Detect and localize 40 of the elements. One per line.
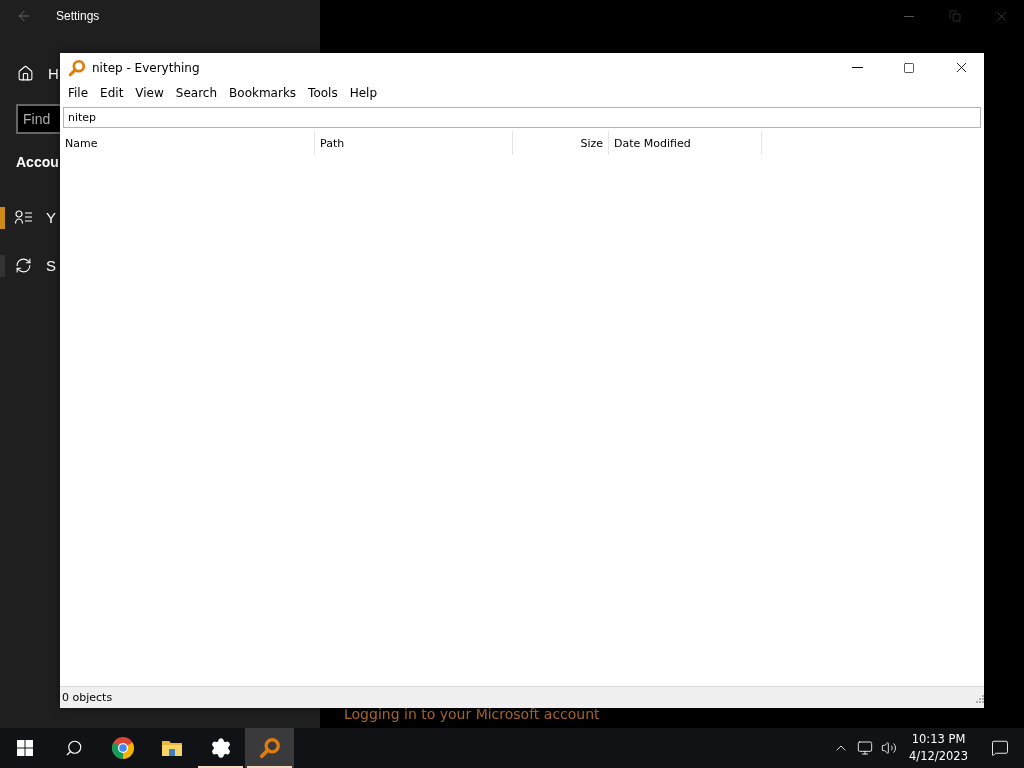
taskbar-button[interactable]	[245, 728, 294, 768]
search-field[interactable]: nitep	[63, 107, 981, 128]
clock-date[interactable]: 4/12/2023	[909, 748, 968, 765]
menu-item[interactable]: File	[62, 86, 95, 100]
menu-item[interactable]: Help	[343, 86, 384, 100]
minimize-icon	[904, 15, 914, 17]
running-indicator	[247, 766, 292, 768]
nav-item[interactable]: S	[46, 256, 56, 274]
column-header[interactable]: Size	[513, 131, 609, 155]
menu-item[interactable]: Edit	[94, 86, 130, 100]
home-icon	[17, 64, 34, 82]
window-title: nitep - Everything	[92, 60, 201, 75]
restore-icon	[949, 10, 961, 22]
windows-icon	[16, 740, 33, 756]
menu-item[interactable]: Tools	[302, 86, 344, 100]
folder-icon	[160, 738, 183, 758]
magnifier-icon	[68, 58, 86, 77]
menu-item[interactable]: Search	[169, 86, 224, 100]
clock-time[interactable]: 10:13 PM	[911, 731, 966, 748]
magnifier-icon	[258, 737, 281, 759]
column-header[interactable]: Date Modified	[609, 131, 762, 155]
status-text: 0 objects	[62, 691, 113, 704]
sync-icon	[15, 256, 32, 274]
status-message: Logging in to your Microsoft account	[344, 706, 601, 722]
running-indicator	[198, 766, 243, 768]
search-field[interactable]: Find	[16, 104, 60, 134]
section-heading: Accou	[16, 154, 59, 170]
menu-item[interactable]: Bookmarks	[223, 86, 303, 100]
maximize-icon	[903, 61, 915, 74]
menu-item[interactable]: View	[129, 86, 170, 100]
resize-grip-icon[interactable]	[974, 692, 984, 703]
browser-icon	[110, 736, 135, 760]
person-list-icon	[15, 210, 32, 224]
nav-item[interactable]: Y	[46, 208, 56, 226]
column-header[interactable]: Name	[60, 131, 315, 155]
nav-item[interactable]: H	[48, 64, 59, 82]
window-title: Settings	[56, 9, 100, 23]
column-header[interactable]: Path	[315, 131, 513, 155]
minimize-icon	[851, 67, 863, 68]
search-icon	[64, 739, 83, 757]
